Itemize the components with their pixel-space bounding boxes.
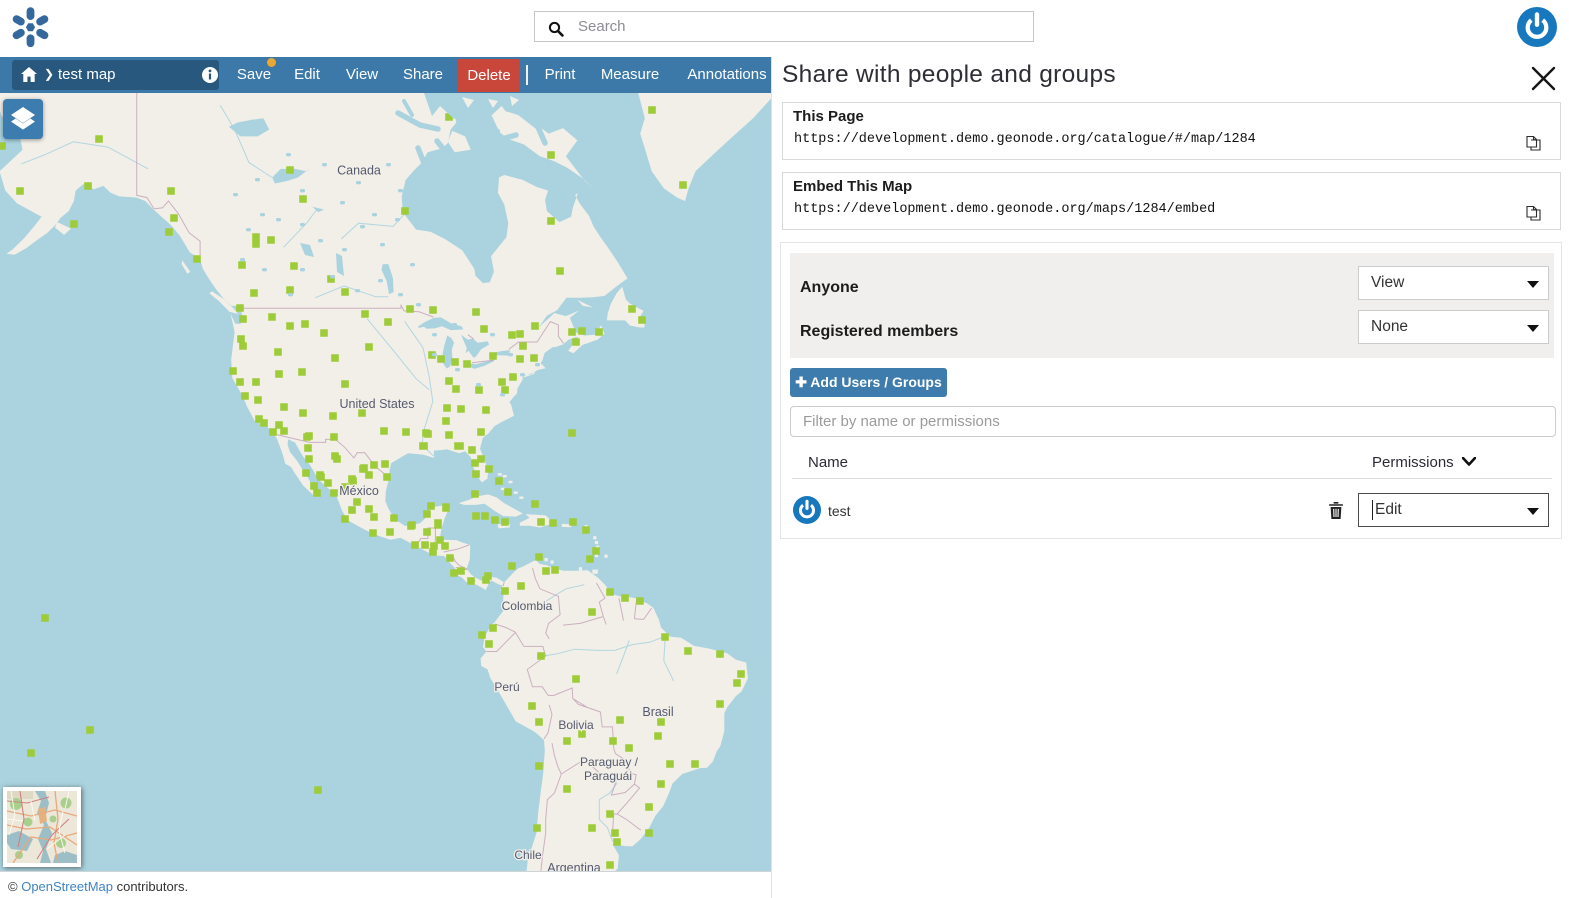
svg-text:México: México (339, 484, 379, 498)
svg-text:Canada: Canada (337, 164, 381, 178)
svg-text:Perú: Perú (494, 680, 519, 694)
svg-text:Paraguay /: Paraguay / (580, 755, 639, 769)
svg-text:Argentina: Argentina (547, 861, 601, 871)
svg-text:Brasil: Brasil (642, 705, 673, 719)
svg-text:Paraguái: Paraguái (584, 769, 632, 783)
svg-text:Colombia: Colombia (502, 599, 553, 613)
svg-text:United States: United States (339, 397, 414, 411)
svg-text:Chile: Chile (514, 848, 542, 862)
svg-text:Bolivia: Bolivia (558, 718, 594, 732)
